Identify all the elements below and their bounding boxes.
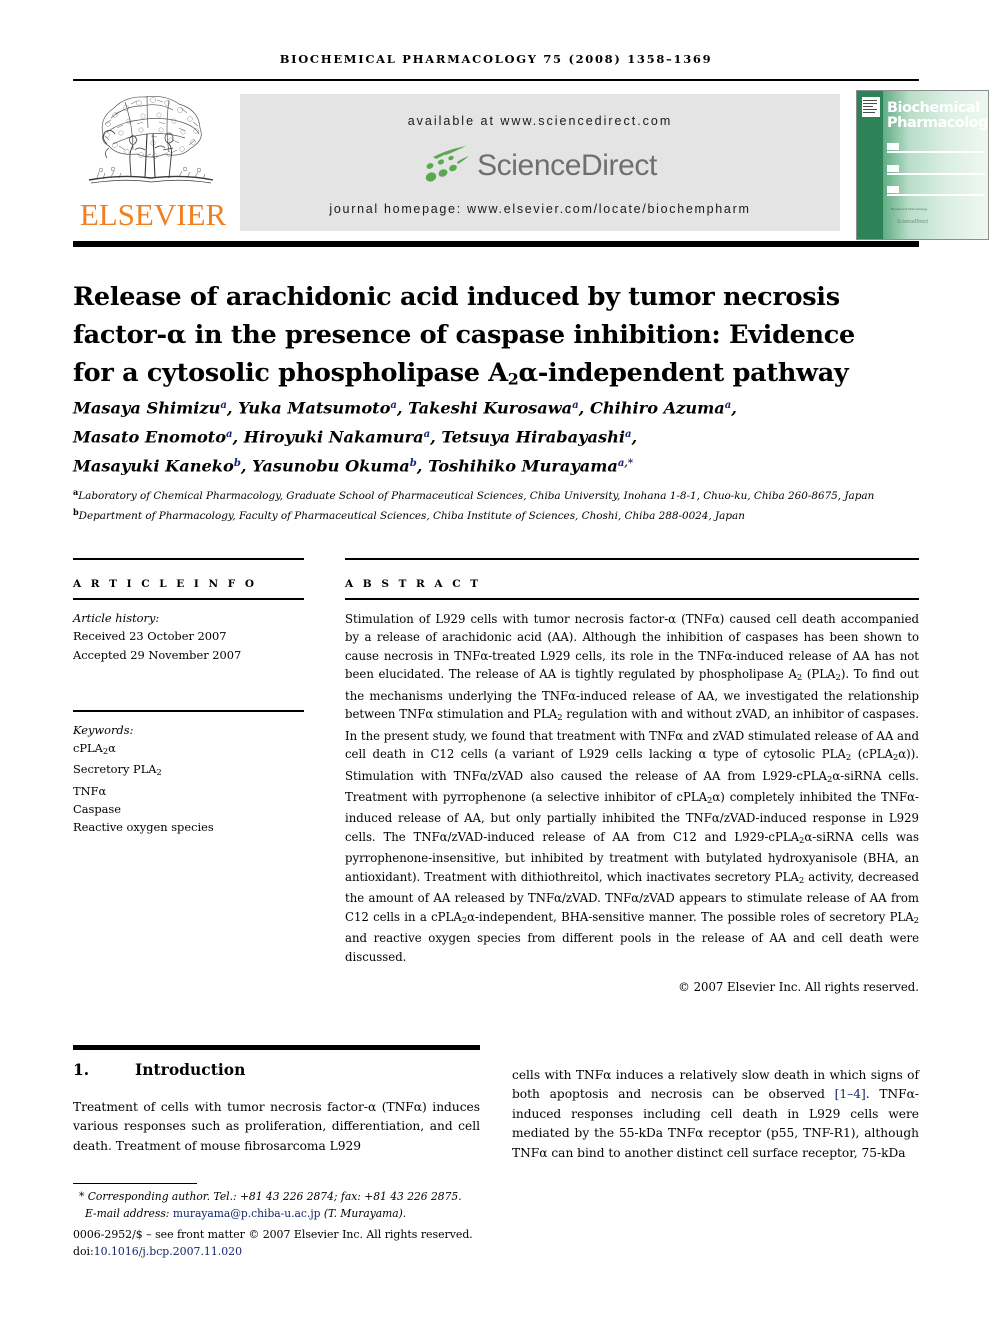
affiliation-b: bDepartment of Pharmacology, Faculty of … [73, 507, 745, 523]
header-bottom-rule [73, 241, 919, 247]
cover-rule-2 [887, 173, 985, 175]
journal-header: ELSEVIER available at www.sciencedirect.… [73, 86, 989, 240]
cover-title-line2: Pharmacology [887, 115, 989, 131]
journal-homepage-text: journal homepage: www.elsevier.com/locat… [329, 202, 751, 216]
doi-link[interactable]: 10.1016/j.bcp.2007.11.020 [94, 1245, 242, 1258]
keyword-item: TNFα [73, 783, 107, 798]
keywords-label: Keywords: [73, 722, 134, 737]
keyword-item: Secretory PLA2 [73, 762, 162, 778]
cover-title-line1: Biochemical [887, 100, 980, 116]
sciencedirect-wordmark: ScienceDirect [477, 149, 657, 182]
title-line-2: factor-α in the presence of caspase inhi… [73, 320, 855, 351]
sciencedirect-dots-icon [423, 146, 475, 186]
article-info-label: A R T I C L E I N F O [73, 578, 258, 590]
author-list: Masaya Shimizua, Yuka Matsumotoa, Takesh… [73, 393, 923, 480]
cover-tab-1 [887, 143, 899, 150]
cover-tab-2 [887, 165, 899, 172]
introduction-number: 1. [73, 1060, 90, 1079]
article-page: BIOCHEMICAL PHARMACOLOGY 75 (2008) 1358–… [0, 0, 992, 1323]
affiliation-b-text: Department of Pharmacology, Faculty of P… [78, 510, 745, 523]
affiliation-a: aLaboratory of Chemical Pharmacology, Gr… [73, 487, 875, 503]
keyword-item: Reactive oxygen species [73, 820, 214, 835]
elsevier-logo: ELSEVIER [73, 86, 233, 239]
corresponding-text: Corresponding author. Tel.: +81 43 226 2… [87, 1190, 462, 1203]
cover-sciencedirect-note: ScienceDirect [897, 219, 928, 225]
article-received-date: Received 23 October 2007 [73, 629, 227, 644]
introduction-left-column: Treatment of cells with tumor necrosis f… [73, 1100, 480, 1153]
introduction-heading: 1. Introduction [73, 1060, 480, 1079]
affiliation-a-text: Laboratory of Chemical Pharmacology, Gra… [78, 490, 875, 503]
running-head: BIOCHEMICAL PHARMACOLOGY 75 (2008) 1358–… [279, 52, 713, 66]
cover-footer-note: Biochemical Pharmacology [891, 207, 928, 211]
title-line-3a: for a cytosolic phospholipase A [73, 358, 508, 389]
introduction-right-column: cells with TNFα induces a relatively slo… [512, 1066, 919, 1163]
keyword-item: Caspase [73, 802, 122, 817]
email-link[interactable]: murayama@p.chiba-u.ac.jp [173, 1207, 321, 1220]
article-info-section: A R T I C L E I N F O Article history: R… [73, 578, 306, 837]
front-matter-block: 0006-2952/$ – see front matter © 2007 El… [73, 1227, 503, 1260]
keywords-rule [73, 710, 304, 712]
abstract-section: A B S T R A C T Stimulation of L929 cell… [345, 578, 919, 994]
abstract-label: A B S T R A C T [345, 578, 482, 590]
article-accepted-date: Accepted 29 November 2007 [73, 647, 242, 662]
cover-rule-1 [887, 151, 985, 153]
front-matter-text: 0006-2952/$ – see front matter © 2007 El… [73, 1228, 473, 1241]
keyword-item: cPLA2α [73, 741, 116, 757]
article-info-rule [73, 598, 304, 600]
header-top-rule [73, 79, 919, 81]
doi-line: doi:10.1016/j.bcp.2007.11.020 [73, 1244, 503, 1261]
keywords-list: cPLA2α Secretory PLA2 TNFα Caspase React… [73, 739, 306, 837]
author-line-3: Masayuki Kanekob, Yasunobu Okumab, Toshi… [73, 456, 634, 476]
email-label: E-mail address: [85, 1206, 170, 1220]
abstract-text: Stimulation of L929 cells with tumor nec… [345, 611, 920, 964]
journal-cover-thumbnail: Biochemical Pharmacology Biochemical Pha… [856, 90, 989, 240]
title-line-1: Release of arachidonic acid induced by t… [73, 282, 840, 313]
author-line-1: Masaya Shimizua, Yuka Matsumotoa, Takesh… [73, 398, 737, 418]
elsevier-wordmark: ELSEVIER [79, 197, 227, 232]
elsevier-box-icon [861, 96, 881, 118]
keywords-block: Keywords: cPLA2α Secretory PLA2 TNFα Cas… [73, 721, 306, 837]
available-at-text: available at www.sciencedirect.com [407, 114, 673, 128]
sciencedirect-band: available at www.sciencedirect.com Scien… [240, 94, 840, 231]
doi-label: doi: [73, 1244, 94, 1258]
sciencedirect-logo: ScienceDirect [240, 146, 840, 194]
abstract-rule [345, 598, 919, 600]
title-line-3b: α-independent pathway [518, 358, 849, 389]
title-subscript: 2 [507, 369, 519, 389]
page-title: Release of arachidonic acid induced by t… [73, 278, 873, 399]
info-top-rule [73, 558, 304, 560]
introduction-title: Introduction [135, 1060, 246, 1079]
citation-link-1-4[interactable]: [1–4] [835, 1087, 866, 1101]
affiliation-list: aLaboratory of Chemical Pharmacology, Gr… [73, 484, 923, 525]
elsevier-tree-icon [81, 88, 221, 198]
corresponding-author-note: * Corresponding author. Tel.: +81 43 226… [79, 1189, 490, 1222]
email-suffix: (T. Murayama). [323, 1206, 407, 1220]
introduction-rule [73, 1045, 480, 1050]
corresponding-marker: * [79, 1190, 85, 1203]
abstract-top-rule [345, 558, 919, 560]
author-line-2: Masato Enomotoa, Hiroyuki Nakamuraa, Tet… [73, 427, 638, 447]
article-history-block: Article history: Received 23 October 200… [73, 609, 306, 664]
cover-rule-3 [887, 194, 985, 196]
cover-tab-3 [887, 186, 899, 193]
article-history-label: Article history: [73, 610, 160, 625]
abstract-copyright: © 2007 Elsevier Inc. All rights reserved… [678, 980, 919, 995]
cover-title: Biochemical Pharmacology [887, 100, 988, 131]
footnote-rule [73, 1183, 197, 1185]
